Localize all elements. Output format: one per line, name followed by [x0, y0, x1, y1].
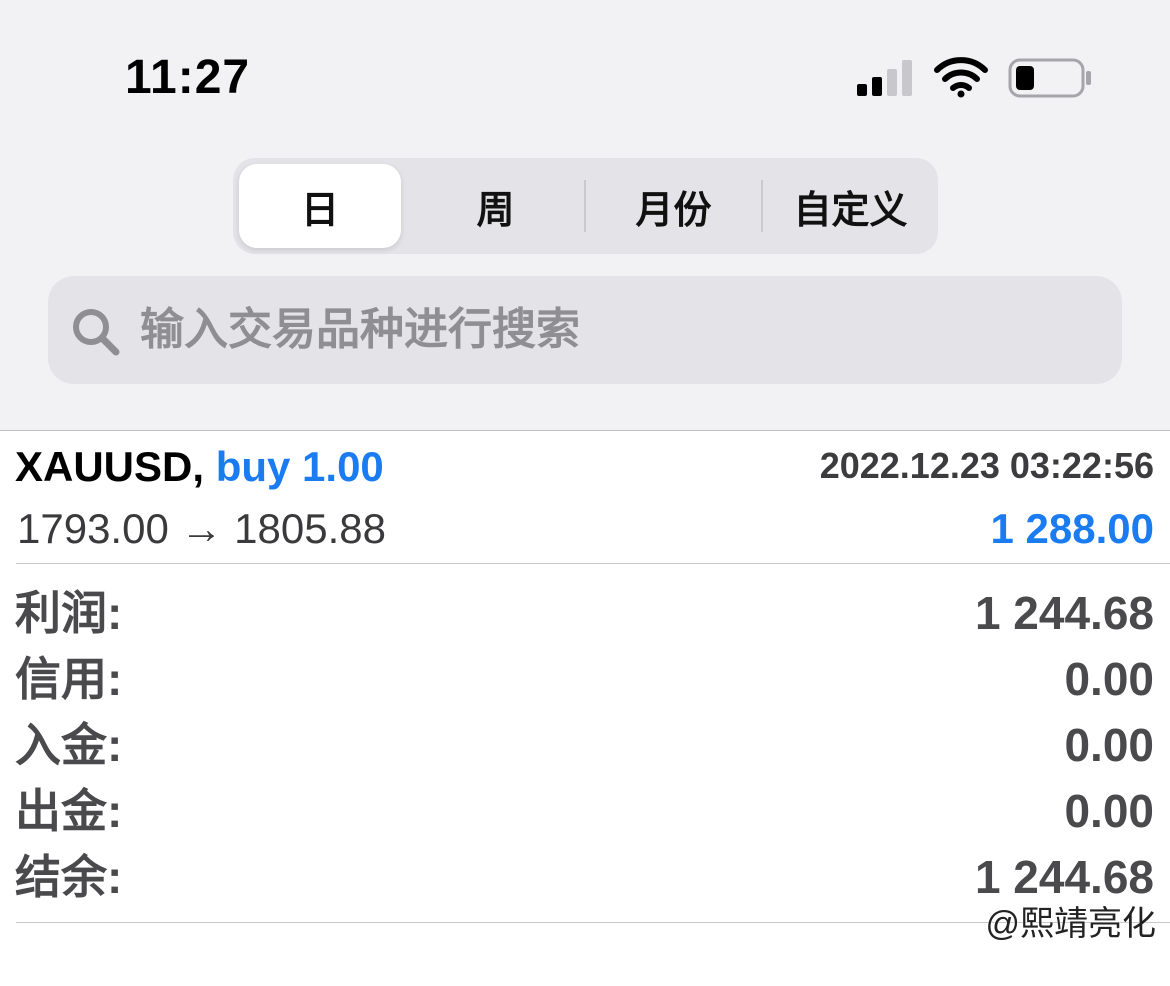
summary-value-profit: 1 244.68: [974, 587, 1154, 639]
tab-day[interactable]: 日: [239, 164, 401, 248]
trade-profit: 1 288.00: [990, 505, 1155, 552]
tab-custom[interactable]: 自定义: [763, 164, 938, 248]
trade-side-volume: buy 1.00: [215, 443, 384, 490]
summary-label-balance: 结余:: [15, 851, 123, 903]
summary-label-withdrawal: 出金:: [15, 785, 123, 837]
summary-value-balance: 1 244.68: [974, 851, 1154, 903]
wifi-icon: [934, 57, 988, 98]
summary-value-withdrawal: 0.00: [1064, 785, 1154, 837]
row-divider: [16, 563, 1170, 564]
summary-label-profit: 利润:: [15, 587, 123, 639]
trade-time: 2022.12.23 03:22:56: [819, 445, 1154, 486]
summary-label-deposit: 入金:: [15, 719, 123, 771]
search-icon: [73, 309, 120, 356]
tab-month[interactable]: 月份: [586, 164, 761, 248]
summary-value-deposit: 0.00: [1064, 719, 1154, 771]
tab-week[interactable]: 周: [408, 164, 583, 248]
cellular-signal-icon: [857, 60, 912, 96]
search-input[interactable]: 输入交易品种进行搜索: [48, 276, 1122, 384]
search-placeholder: 输入交易品种进行搜索: [140, 305, 580, 354]
symbol-name: XAUUSD,: [15, 443, 205, 490]
trade-prices: 1793.00 → 1805.88: [17, 505, 386, 552]
summary-value-credit: 0.00: [1064, 653, 1154, 705]
watermark: @熙靖亮化: [985, 905, 1156, 943]
period-segmented-control: 日 周 月份 自定义: [233, 158, 938, 254]
summary-label-credit: 信用:: [15, 653, 123, 705]
top-header: 11:27 日 周 月份 自定义 输入交易品种进行搜索: [0, 0, 1170, 430]
battery-icon: [1008, 58, 1091, 98]
trade-symbol: XAUUSD, buy 1.00: [15, 443, 384, 491]
trade-row[interactable]: XAUUSD, buy 1.00 2022.12.23 03:22:56 179…: [0, 431, 1170, 563]
status-time: 11:27: [125, 51, 251, 104]
